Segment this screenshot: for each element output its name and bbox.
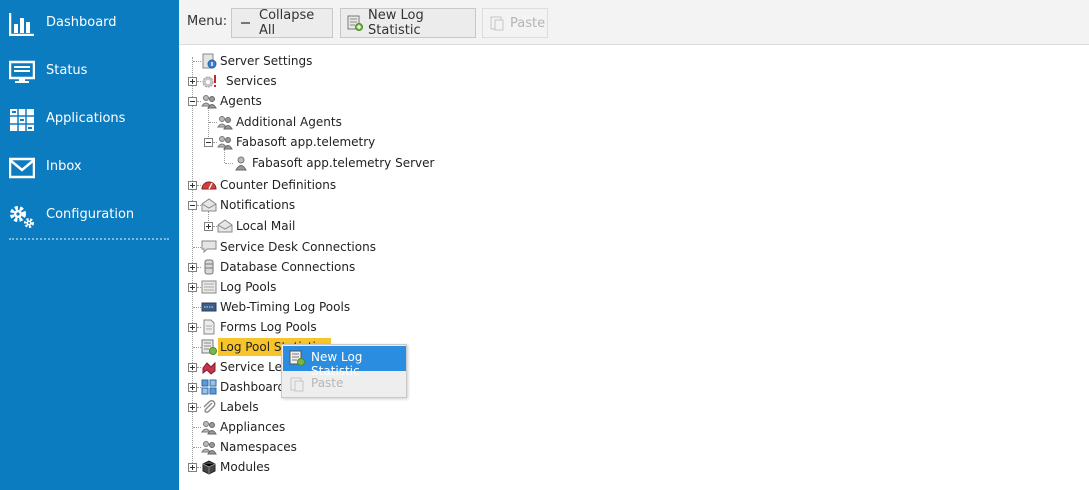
collapse-all-button[interactable]: Collapse All xyxy=(231,8,333,38)
tree-node-label: Fabasoft app.telemetry Server xyxy=(252,156,435,170)
sidebar-item-label: Status xyxy=(46,63,88,78)
new-log-statistic-button[interactable]: New Log Statistic xyxy=(340,8,476,38)
agents-icon xyxy=(217,136,233,150)
tree-node-label: Web-Timing Log Pools xyxy=(220,300,351,314)
sidebar-divider xyxy=(9,238,169,242)
tree-node-web-timing-log-pools[interactable]: Web-Timing Log Pools xyxy=(179,297,479,317)
menu-label: Menu: xyxy=(187,14,228,29)
bar-chart-icon xyxy=(9,13,34,36)
tree-node-label: Local Mail xyxy=(236,219,296,233)
monitor-icon xyxy=(9,60,35,83)
toolbar: Menu: Collapse All New Log Statistic Pas… xyxy=(179,0,1089,45)
sidebar-item-applications[interactable]: Applications xyxy=(0,99,179,139)
context-new-log-statistic[interactable]: New Log Statistic xyxy=(283,346,406,378)
sidebar-item-label: Dashboard xyxy=(46,15,117,30)
tree-node-label: Log Pools xyxy=(220,280,277,294)
paste-button[interactable]: Paste xyxy=(482,8,548,38)
agents-icon xyxy=(217,116,233,130)
tree-node-label: Appliances xyxy=(220,420,286,434)
database-icon xyxy=(204,259,214,275)
context-item-label: Paste xyxy=(311,376,344,390)
sidebar-item-configuration[interactable]: Configuration xyxy=(0,195,179,235)
sidebar: Dashboard Status Applications Inbox Conf… xyxy=(0,0,179,490)
clipboard-icon xyxy=(489,15,505,31)
tree-node-label: Counter Definitions xyxy=(220,178,337,192)
tree-node-label: Service Desk Connections xyxy=(220,240,376,254)
tree-node-label: Modules xyxy=(220,460,270,474)
envelope-icon xyxy=(217,219,233,233)
tree-node-labels[interactable]: Labels xyxy=(179,397,479,417)
tree-node-label: Database Connections xyxy=(220,260,356,274)
tree-node-label: Services xyxy=(226,74,277,88)
agents-icon xyxy=(201,441,217,455)
speech-bubble-icon xyxy=(201,240,217,254)
envelope-icon xyxy=(201,198,217,212)
tree-node-notifications[interactable]: Notifications xyxy=(179,195,479,215)
module-icon xyxy=(202,460,216,475)
tree-node-label: Additional Agents xyxy=(236,115,342,129)
tree-node-namespaces[interactable]: Namespaces xyxy=(179,437,479,457)
agent-icon xyxy=(235,156,247,171)
tree-node-label: Server Settings xyxy=(220,54,313,68)
tree-node-label: Forms Log Pools xyxy=(220,320,317,334)
web-timing-icon xyxy=(201,302,217,312)
tree-node-appliances[interactable]: Appliances xyxy=(179,417,479,437)
tree-node-local-mail[interactable]: Local Mail xyxy=(179,216,479,236)
tree-node-label: Labels xyxy=(220,400,259,414)
agents-icon xyxy=(201,421,217,435)
tree-node-additional-agents[interactable]: Additional Agents xyxy=(179,112,479,132)
minus-icon xyxy=(238,15,254,31)
tree-node-fabasoft-app-telemetry-server[interactable]: Fabasoft app.telemetry Server xyxy=(179,153,499,173)
context-paste[interactable]: Paste xyxy=(283,372,406,397)
service-level-icon xyxy=(202,361,216,375)
tree-node-label: Agents xyxy=(220,94,262,108)
tree-node-log-pools[interactable]: Log Pools xyxy=(179,277,479,297)
tree-node-modules[interactable]: Modules xyxy=(179,457,479,477)
tree-node-services[interactable]: Services xyxy=(179,71,479,91)
paperclip-icon xyxy=(203,399,216,414)
clipboard-icon xyxy=(290,377,304,392)
gauge-icon xyxy=(201,181,217,190)
new-log-statistic-label: New Log Statistic xyxy=(368,8,424,38)
sidebar-item-label: Configuration xyxy=(46,207,135,222)
log-statistic-icon xyxy=(289,350,305,366)
sidebar-item-status[interactable]: Status xyxy=(0,51,179,91)
tree-node-counter-definitions[interactable]: Counter Definitions xyxy=(179,175,479,195)
sidebar-item-label: Applications xyxy=(46,111,126,126)
log-statistic-icon xyxy=(201,339,217,355)
agents-icon xyxy=(201,95,217,109)
server-settings-icon xyxy=(202,53,217,69)
tree-node-forms-log-pools[interactable]: Forms Log Pools xyxy=(179,317,479,337)
sidebar-item-label: Inbox xyxy=(46,159,82,174)
envelope-icon xyxy=(9,157,35,179)
tree-node-label: Notifications xyxy=(220,198,296,212)
tree-node-label: Namespaces xyxy=(220,440,297,454)
dashboard-icon xyxy=(201,379,217,395)
config-tree: Server Settings Services Agents Addition… xyxy=(179,45,1089,490)
tree-node-agents[interactable]: Agents xyxy=(179,91,479,111)
gear-warning-icon xyxy=(202,75,216,88)
grid-icon xyxy=(10,109,34,131)
log-statistic-icon xyxy=(347,15,363,31)
tree-node-fabasoft-app-telemetry[interactable]: Fabasoft app.telemetry xyxy=(179,132,479,152)
log-pool-icon xyxy=(201,280,217,294)
form-icon xyxy=(203,319,215,335)
gears-icon xyxy=(10,206,34,228)
context-menu: New Log Statistic Paste xyxy=(281,344,407,398)
tree-node-service-desk-connections[interactable]: Service Desk Connections xyxy=(179,237,479,257)
paste-label: Paste xyxy=(510,15,546,31)
tree-node-server-settings[interactable]: Server Settings xyxy=(179,51,479,71)
tree-node-database-connections[interactable]: Database Connections xyxy=(179,257,479,277)
sidebar-item-inbox[interactable]: Inbox xyxy=(0,147,179,187)
collapse-all-label: Collapse All xyxy=(259,8,315,38)
tree-node-label: Fabasoft app.telemetry xyxy=(236,135,376,149)
sidebar-item-dashboard[interactable]: Dashboard xyxy=(0,3,179,43)
